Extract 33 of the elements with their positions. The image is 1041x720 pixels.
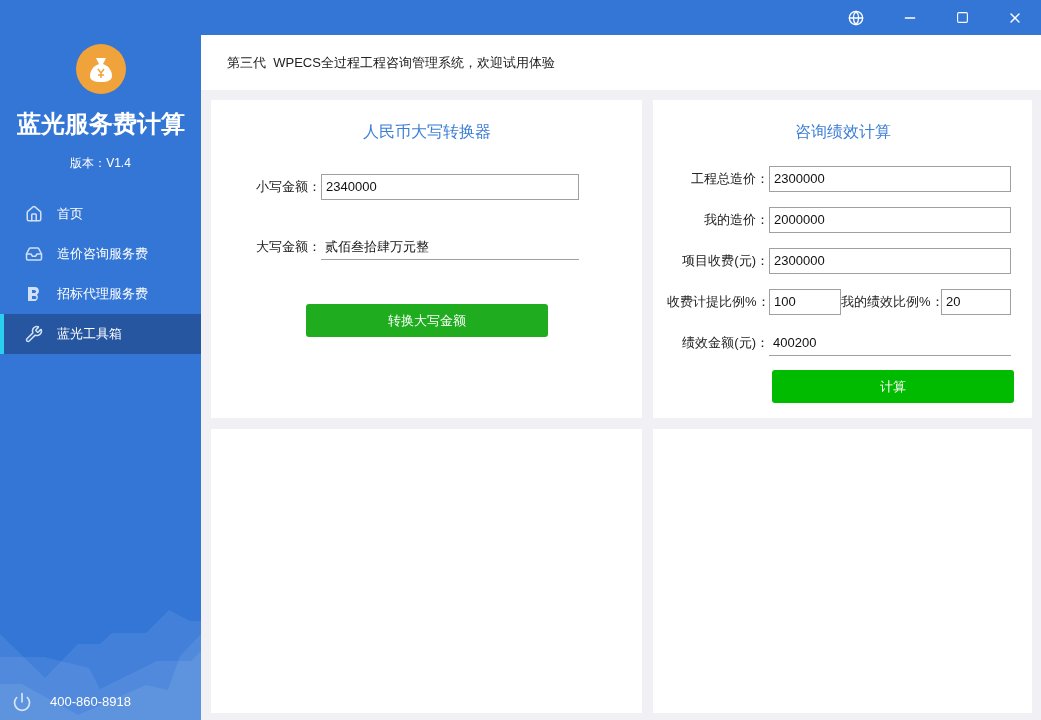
field-label: 收费计提比例%：	[667, 293, 769, 312]
tray-icon	[25, 245, 43, 263]
field-label: 小写金额：	[255, 178, 321, 197]
field-label: 我的造价：	[703, 211, 769, 230]
phone-number: 400-860-8918	[50, 693, 131, 712]
language-icon[interactable]	[848, 9, 864, 26]
field-label: 我的绩效比例%：	[841, 293, 941, 312]
input-field[interactable]: 2300000	[769, 248, 1011, 274]
result-field: 贰佰叁拾肆万元整	[321, 234, 579, 260]
input-field[interactable]: 2000000	[769, 207, 1011, 233]
wrench-icon	[25, 325, 43, 343]
home-icon	[25, 205, 43, 223]
card-title: 人民币大写转换器	[362, 122, 491, 142]
nav-item[interactable]: 蓝光工具箱	[0, 314, 201, 354]
input-field[interactable]: 2340000	[321, 174, 579, 200]
input-field[interactable]: 2300000	[769, 166, 1011, 192]
power-icon[interactable]	[12, 692, 32, 712]
version-text: 版本：V1.4	[70, 155, 131, 172]
nav-item[interactable]: 招标代理服务费	[0, 274, 201, 314]
input-field[interactable]: 20	[941, 289, 1011, 315]
money-bag-icon	[75, 44, 126, 94]
maximize-icon[interactable]	[956, 11, 969, 24]
card-title: 咨询绩效计算	[794, 122, 891, 142]
field-label: 绩效金额(元)：	[681, 334, 769, 353]
banner-text: 第三代 WPECS全过程工程咨询管理系统，欢迎试用体验	[227, 53, 555, 72]
field-label: 工程总造价：	[690, 170, 769, 189]
nav-item[interactable]: 造价咨询服务费	[0, 234, 201, 274]
app-title: 蓝光服务费计算	[16, 109, 185, 139]
input-field[interactable]: 100	[769, 289, 841, 315]
result-field: 400200	[769, 330, 1011, 356]
field-label: 大写金额：	[255, 238, 321, 257]
field-label: 项目收费(元)：	[681, 252, 769, 271]
nav-item[interactable]: 首页	[0, 194, 201, 234]
